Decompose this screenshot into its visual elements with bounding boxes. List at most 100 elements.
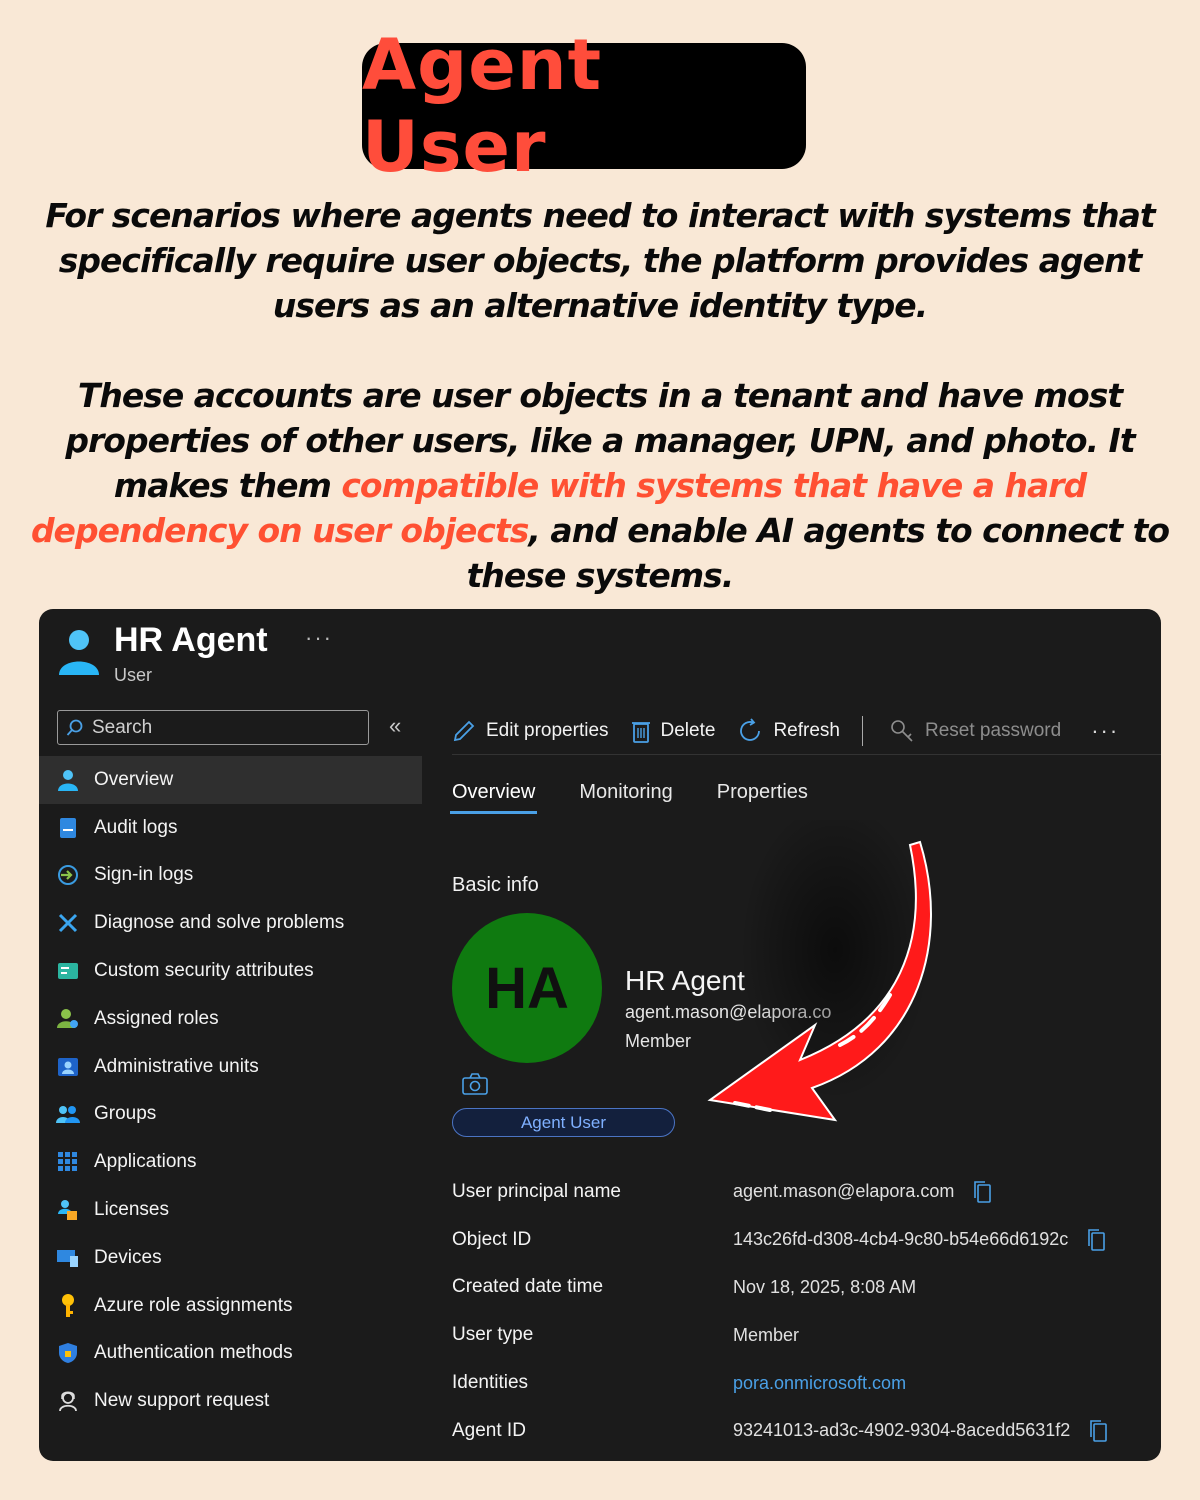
sidebar-item-licenses[interactable]: Licenses — [39, 1186, 422, 1234]
sidebar-item-label: Administrative units — [94, 1055, 259, 1077]
property-key: Object ID — [452, 1228, 532, 1250]
sidebar-item-diagnose[interactable]: Diagnose and solve problems — [39, 899, 422, 947]
search-icon — [66, 719, 83, 736]
user-panel: HR Agent ··· User Search « Overview Audi… — [39, 609, 1161, 1461]
sidebar-item-label: Groups — [94, 1103, 157, 1125]
user-icon — [58, 769, 78, 791]
sidebar-item-label: Authentication methods — [94, 1342, 293, 1364]
sidebar-item-audit-logs[interactable]: Audit logs — [39, 804, 422, 852]
sidebar-item-label: Assigned roles — [94, 1007, 219, 1029]
tab-properties[interactable]: Properties — [717, 781, 808, 814]
properties-list: User principal name agent.mason@elapora.… — [452, 1168, 1152, 1455]
sidebar-item-label: Sign-in logs — [94, 864, 194, 886]
agent-user-badge: Agent User — [452, 1108, 675, 1137]
panel-subtitle: User — [114, 665, 153, 685]
support-icon — [59, 1391, 77, 1412]
avatar: HA — [452, 913, 602, 1063]
section-title: Basic info — [452, 874, 539, 896]
sidebar-item-label: Applications — [94, 1151, 197, 1173]
copy-icon[interactable] — [1088, 1419, 1108, 1443]
key-icon — [62, 1293, 74, 1317]
tab-bar: Overview Monitoring Properties — [449, 781, 852, 814]
refresh-button[interactable]: Refresh — [737, 717, 840, 744]
user-icon — [59, 630, 99, 675]
sidebar-nav: Overview Audit logs Sign-in logs Diagnos… — [39, 756, 422, 1425]
roles-icon — [57, 1008, 78, 1028]
property-row: Agent ID 93241013-ad3c-4902-9304-8acedd5… — [452, 1407, 1152, 1455]
log-icon — [60, 817, 76, 838]
sidebar-item-label: Azure role assignments — [94, 1294, 293, 1316]
admin-units-icon — [58, 1057, 78, 1076]
tab-overview[interactable]: Overview — [449, 781, 538, 814]
trash-icon — [631, 721, 650, 743]
sidebar-item-azure-roles[interactable]: Azure role assignments — [39, 1282, 422, 1330]
sidebar-item-label: Licenses — [94, 1199, 169, 1221]
shield-icon — [59, 1343, 77, 1364]
reset-password-label: Reset password — [924, 719, 1062, 741]
property-value: agent.mason@elapora.com — [733, 1181, 955, 1202]
sidebar-item-label: Devices — [94, 1246, 162, 1268]
property-row: User type Member — [452, 1311, 1152, 1359]
edit-properties-button[interactable]: Edit properties — [452, 719, 609, 743]
sidebar-item-admin-units[interactable]: Administrative units — [39, 1043, 422, 1091]
sidebar-item-custom-security[interactable]: Custom security attributes — [39, 947, 422, 995]
intro-paragraph-1: For scenarios where agents need to inter… — [45, 196, 1155, 325]
sidebar-item-label: Custom security attributes — [94, 960, 314, 982]
sidebar-item-support[interactable]: New support request — [39, 1377, 422, 1425]
sidebar-item-groups[interactable]: Groups — [39, 1091, 422, 1139]
profile-name: HR Agent — [625, 965, 745, 996]
sign-in-icon — [58, 865, 78, 886]
sidebar-item-applications[interactable]: Applications — [39, 1138, 422, 1186]
sidebar-item-label: Overview — [94, 768, 174, 790]
identities-link[interactable]: pora.onmicrosoft.com — [733, 1373, 906, 1394]
property-key: User principal name — [452, 1180, 621, 1202]
sidebar-item-overview[interactable]: Overview — [39, 756, 422, 804]
intro-text-after: , and enable AI agents to connect to the… — [466, 511, 1170, 595]
copy-icon[interactable] — [972, 1180, 992, 1204]
page-title: Agent User — [362, 24, 603, 188]
property-row: User principal name agent.mason@elapora.… — [452, 1168, 1152, 1216]
tab-monitoring[interactable]: Monitoring — [579, 781, 672, 814]
edit-properties-label: Edit properties — [486, 719, 609, 741]
sidebar-item-label: Diagnose and solve problems — [94, 912, 345, 934]
profile-type: Member — [625, 1031, 692, 1051]
copy-icon[interactable] — [1086, 1228, 1106, 1252]
sidebar-item-label: Audit logs — [94, 816, 178, 838]
sidebar-item-auth-methods[interactable]: Authentication methods — [39, 1330, 422, 1378]
property-row: Created date time Nov 18, 2025, 8:08 AM — [452, 1264, 1152, 1312]
property-value: Member — [733, 1324, 800, 1345]
more-options-button[interactable]: ··· — [305, 625, 333, 651]
search-placeholder: Search — [92, 716, 153, 738]
wrench-icon — [58, 914, 78, 933]
camera-icon[interactable] — [462, 1073, 488, 1095]
toolbar-more-button[interactable]: ··· — [1091, 718, 1119, 744]
pencil-icon — [453, 720, 475, 741]
search-input[interactable]: Search — [57, 710, 369, 745]
property-row: Identities pora.onmicrosoft.com — [452, 1359, 1152, 1407]
panel-title: HR Agent — [114, 621, 268, 659]
delete-label: Delete — [660, 719, 716, 741]
key-icon — [891, 719, 913, 742]
command-bar: Edit properties Delete Refresh Reset pas… — [452, 707, 1161, 755]
property-key: Agent ID — [452, 1419, 526, 1441]
property-key: Identities — [452, 1372, 529, 1394]
reset-password-button[interactable]: Reset password — [889, 718, 1061, 744]
sidebar-item-sign-in-logs[interactable]: Sign-in logs — [39, 852, 422, 900]
property-value-container: 93241013-ad3c-4902-9304-8acedd5631f2 — [733, 1419, 1108, 1443]
property-key: User type — [452, 1324, 534, 1346]
delete-button[interactable]: Delete — [631, 719, 716, 743]
apps-grid-icon — [58, 1152, 77, 1172]
intro-paragraph-2: These accounts are user objects in a ten… — [20, 373, 1180, 598]
title-banner: Agent User — [362, 24, 806, 188]
property-value: Nov 18, 2025, 8:08 AM — [733, 1276, 917, 1297]
toolbar-divider — [861, 715, 863, 746]
sidebar-item-label: New support request — [94, 1390, 270, 1412]
property-key: Created date time — [452, 1276, 604, 1298]
property-value: 93241013-ad3c-4902-9304-8acedd5631f2 — [733, 1420, 1071, 1441]
sidebar-item-assigned-roles[interactable]: Assigned roles — [39, 995, 422, 1043]
property-row: Object ID 143c26fd-d308-4cb4-9c80-b54e66… — [452, 1216, 1152, 1264]
collapse-sidebar-button[interactable]: « — [389, 713, 401, 739]
groups-icon — [56, 1106, 80, 1124]
sidebar-item-devices[interactable]: Devices — [39, 1234, 422, 1282]
devices-icon — [57, 1249, 78, 1267]
